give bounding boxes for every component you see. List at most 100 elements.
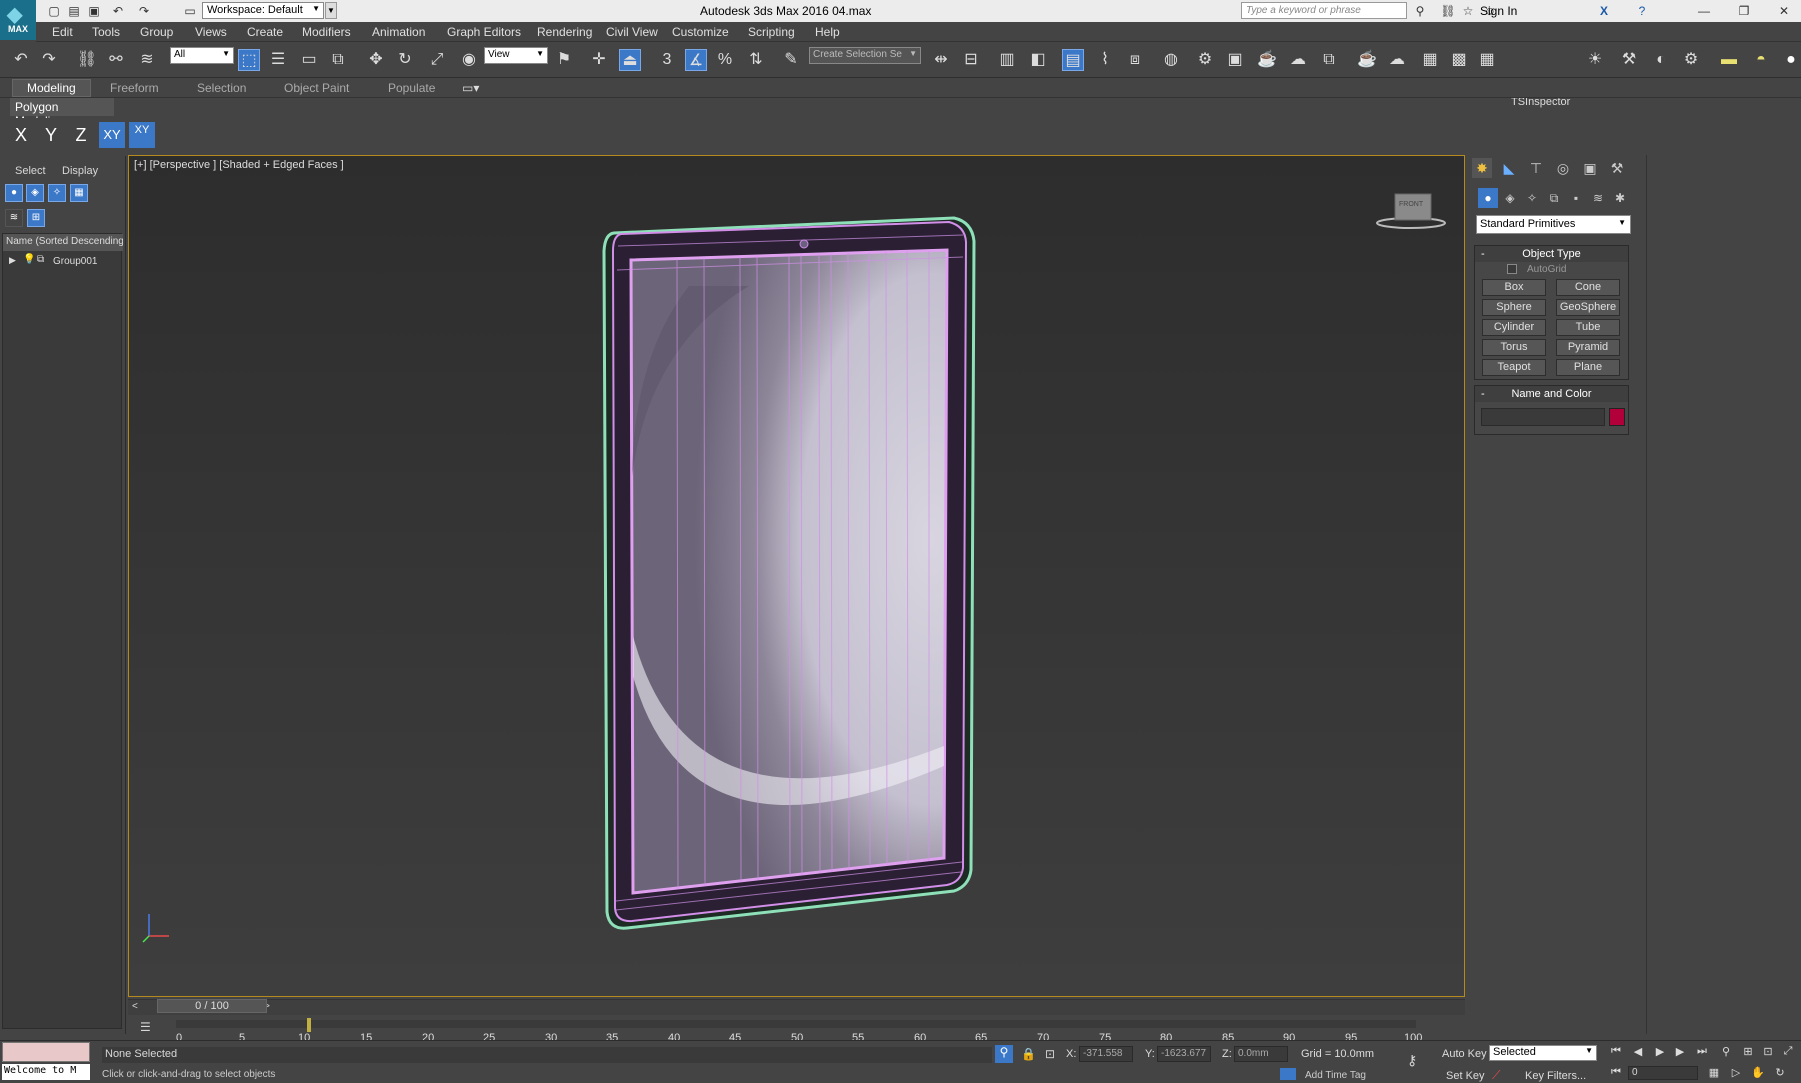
menu-animation[interactable]: Animation (372, 25, 425, 39)
menu-civil-view[interactable]: Civil View (606, 25, 658, 39)
light-bulb-icon[interactable]: 💡 (23, 254, 35, 265)
tool-icon[interactable]: ⚒ (1618, 49, 1640, 71)
maximize-viewport-icon[interactable]: ⤢ (1780, 1045, 1796, 1061)
utilities-tab-icon[interactable]: ⚒ (1607, 158, 1627, 178)
select-manipulate-icon[interactable]: ✛ (588, 49, 610, 71)
time-slider-prev-icon[interactable]: < (132, 1001, 138, 1012)
favorites-star-icon[interactable]: ☆ (1460, 3, 1476, 19)
modify-tab-icon[interactable]: ◣ (1499, 158, 1519, 178)
select-object-icon[interactable]: ⬚ (238, 49, 260, 71)
restore-icon[interactable]: ❐ (1736, 3, 1752, 19)
snaps-toggle-icon[interactable]: 3 (656, 49, 678, 71)
reference-coordinate-dropdown[interactable]: View ▼ (484, 47, 548, 64)
menu-views[interactable]: Views (195, 25, 227, 39)
rotate-icon[interactable]: ↻ (394, 49, 416, 71)
set-key-button[interactable]: Set Key (1446, 1070, 1485, 1082)
render-setup-icon[interactable]: ⚙ (1194, 49, 1216, 71)
pyramid-button[interactable]: Pyramid (1556, 339, 1620, 356)
menu-modifiers[interactable]: Modifiers (302, 25, 351, 39)
mirror-icon[interactable]: ⇹ (930, 49, 952, 71)
redo-icon[interactable]: ↷ (38, 49, 60, 71)
unlink-icon[interactable]: ⚯ (105, 49, 127, 71)
edit-named-selections-icon[interactable]: ✎ (780, 49, 802, 71)
autogrid-checkbox[interactable] (1507, 264, 1517, 274)
tube-button[interactable]: Tube (1556, 319, 1620, 336)
rectangular-selection-icon[interactable]: ▭ (298, 49, 320, 71)
communication-center-icon[interactable]: ⛓ (1440, 3, 1456, 19)
constrain-xy-button[interactable]: XY (99, 122, 125, 148)
absolute-mode-icon[interactable]: ⊡ (1045, 1047, 1055, 1061)
scene-tab-display[interactable]: Display (62, 165, 98, 177)
move-icon[interactable]: ✥ (365, 49, 387, 71)
helpers-category-icon[interactable]: ▪ (1566, 188, 1586, 208)
audio-icon[interactable]: ◐ (1650, 49, 1672, 71)
torus-button[interactable]: Torus (1482, 339, 1546, 356)
place-icon[interactable]: ◉ (458, 49, 480, 71)
media-icon[interactable]: ▦ (1419, 49, 1441, 71)
constrain-z-button[interactable]: Z (68, 122, 94, 148)
current-frame-field[interactable]: 0 (1628, 1066, 1698, 1080)
constrain-x-button[interactable]: X (8, 122, 34, 148)
light-lister-icon[interactable]: ☀ (1584, 49, 1606, 71)
object-type-header[interactable]: - Object Type (1475, 246, 1628, 262)
create-tab-icon[interactable]: ✸ (1472, 158, 1492, 178)
selection-filter-dropdown[interactable]: All ▼ (170, 47, 234, 64)
hierarchy-icon[interactable]: ⊞ (27, 209, 45, 227)
align-icon[interactable]: ⊟ (960, 49, 982, 71)
menu-help[interactable]: Help (815, 25, 840, 39)
geometry-category-icon[interactable]: ● (1478, 188, 1498, 208)
polygon-modeling-panel[interactable]: Polygon Modeling (10, 98, 114, 128)
filter-shapes-icon[interactable]: ◈ (26, 184, 44, 202)
maxscript-listener-mini[interactable] (2, 1042, 90, 1062)
new-file-icon[interactable]: ▢ (46, 3, 62, 19)
bind-space-warp-icon[interactable]: ≋ (136, 49, 158, 71)
cone-button[interactable]: Cone (1556, 279, 1620, 296)
undo-icon[interactable]: ↶ (10, 49, 32, 71)
plane-button[interactable]: Plane (1556, 359, 1620, 376)
zoom-icon[interactable]: ⚲ (1718, 1045, 1734, 1061)
space-warps-category-icon[interactable]: ≋ (1588, 188, 1608, 208)
filter-icon[interactable]: ⚙ (1680, 49, 1702, 71)
lights-category-icon[interactable]: ✧ (1522, 188, 1542, 208)
toggle-scene-explorer-icon[interactable]: ▥ (996, 49, 1018, 71)
display-tab-icon[interactable]: ▣ (1580, 158, 1600, 178)
teapot-render-icon[interactable]: ☕ (1356, 49, 1378, 71)
rectangle-shape-icon[interactable]: ▬ (1718, 49, 1740, 71)
name-column-header[interactable]: Name (Sorted Descending (3, 234, 123, 251)
render-in-cloud-icon[interactable]: ☁ (1287, 49, 1309, 71)
go-to-start-icon[interactable]: ⏮ (1608, 1045, 1624, 1061)
spinner-snap-icon[interactable]: ⇅ (745, 49, 767, 71)
teapot-button[interactable]: Teapot (1482, 359, 1546, 376)
systems-category-icon[interactable]: ✱ (1610, 188, 1630, 208)
shapes-category-icon[interactable]: ◈ (1500, 188, 1520, 208)
redo-quick-icon[interactable]: ↷ (136, 3, 152, 19)
pivot-center-icon[interactable]: ⚑ (553, 49, 575, 71)
object-name-input[interactable] (1481, 408, 1605, 426)
grid-tool-icon[interactable]: ▩ (1448, 49, 1470, 71)
tab-object-paint[interactable]: Object Paint (284, 81, 349, 95)
select-by-name-icon[interactable]: ☰ (267, 49, 289, 71)
save-file-icon[interactable]: ▣ (86, 3, 102, 19)
sign-in-link[interactable]: Sign In (1480, 4, 1517, 18)
hierarchy-tab-icon[interactable]: ⊤ (1526, 158, 1546, 178)
menu-customize[interactable]: Customize (672, 25, 729, 39)
previous-frame-icon[interactable]: ◀︎ (1630, 1045, 1646, 1061)
cameras-category-icon[interactable]: ⧉ (1544, 188, 1564, 208)
perspective-viewport[interactable]: FRONT (128, 155, 1465, 997)
auto-key-button[interactable]: Auto Key (1442, 1048, 1487, 1060)
minimize-icon[interactable]: — (1696, 3, 1712, 19)
menu-rendering[interactable]: Rendering (537, 25, 592, 39)
zoom-extents-icon[interactable]: ⊡ (1760, 1045, 1776, 1061)
add-time-tag[interactable]: Add Time Tag (1305, 1070, 1366, 1081)
snap-use-axis-constraints-button[interactable]: XY (129, 122, 155, 148)
menu-scripting[interactable]: Scripting (748, 25, 795, 39)
key-mode-dropdown[interactable]: Selected ▼ (1489, 1045, 1597, 1061)
play-icon[interactable]: ▶ (1652, 1045, 1668, 1061)
schematic-view-icon[interactable]: ⧈ (1124, 49, 1146, 71)
zoom-all-icon[interactable]: ⊞ (1740, 1045, 1756, 1061)
undo-quick-icon[interactable]: ↶ (110, 3, 126, 19)
toggle-ribbon-icon[interactable]: ▤ (1062, 49, 1084, 71)
filter-geometry-icon[interactable]: ● (5, 184, 23, 202)
close-icon[interactable]: ✕ (1776, 3, 1792, 19)
tab-modeling[interactable]: Modeling (12, 79, 91, 97)
